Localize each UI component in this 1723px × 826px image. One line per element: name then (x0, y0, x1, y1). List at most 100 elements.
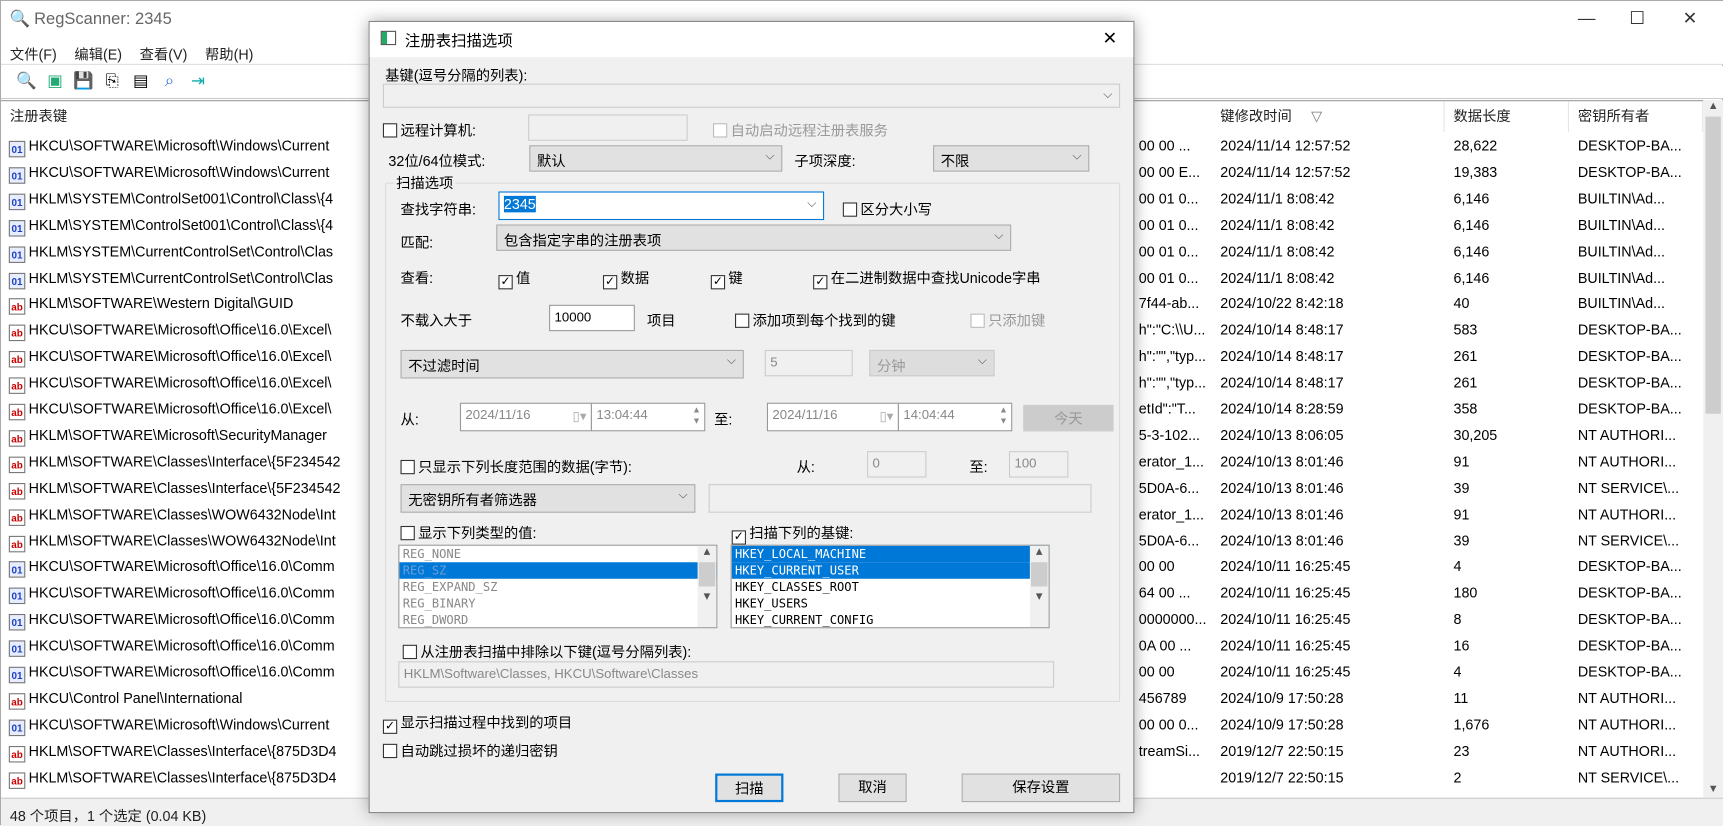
cancel-button[interactable]: 取消 (838, 773, 907, 803)
time-unit-select[interactable]: 分钟 ⌵ (869, 349, 995, 377)
data-cell: 00 01 0... (1139, 265, 1212, 291)
modified-cell-text: 2024/11/14 12:57:52 (1220, 163, 1351, 181)
case-sensitive-checkbox[interactable]: 区分大小写 (842, 198, 932, 219)
remote-check[interactable] (382, 123, 398, 138)
spin-icon[interactable]: ▲ ▼ (692, 405, 701, 427)
length-from-input[interactable]: 0 (867, 451, 927, 478)
key-cell: 01 HKCU\SOFTWARE\Microsoft\Windows\Curren… (1, 712, 369, 738)
save-settings-button[interactable]: 保存设置 (961, 773, 1121, 803)
menu-edit[interactable]: 编辑(E) (66, 39, 131, 69)
owner-cell: DESKTOP-BA... (1578, 133, 1703, 159)
to-time-picker[interactable]: 14:04:44 ▲ ▼ (897, 402, 1013, 432)
spin-icon[interactable]: ▲ ▼ (999, 405, 1008, 427)
remote-computer-input[interactable] (528, 114, 688, 141)
base-keys-combo[interactable]: ⌵ (382, 83, 1121, 108)
listbox-item[interactable]: REG_BINARY (399, 595, 716, 612)
save-icon[interactable]: 💾 (72, 69, 96, 93)
data-cell-text: h":"","typ... (1138, 347, 1207, 365)
to-date-picker[interactable]: 2024/11/16 ▯▾ (766, 402, 899, 432)
exclude-input[interactable]: HKLM\Software\Classes, HKCU\Software\Cla… (398, 661, 1055, 688)
menu-help[interactable]: 帮助(H) (196, 39, 262, 69)
key-text: HKCU\SOFTWARE\Microsoft\Office\16.0\Exce… (28, 374, 332, 391)
scan-keys-checkbox[interactable]: ✓ 扫描下列的基键: (731, 522, 853, 545)
auto-start-checkbox[interactable]: 自动启动远程注册表服务 (712, 119, 888, 140)
base-keys-listbox[interactable]: HKEY_LOCAL_MACHINE HKEY_CURRENT_USER HKEY_… (730, 544, 1050, 629)
types-checkbox[interactable]: 显示下列类型的值: (400, 522, 537, 543)
unicode-checkbox[interactable]: ✓ 在二进制数据中查找Unicode字串 (813, 266, 1041, 290)
only-keys-checkbox[interactable]: 只添加键 (970, 309, 1045, 330)
scroll-down-icon[interactable]: ▼ (1703, 783, 1723, 795)
length-range-checkbox[interactable]: 只显示下列长度范围的数据(字节): (400, 456, 632, 477)
today-button[interactable]: 今天 (1023, 404, 1114, 432)
column-header-owner[interactable]: 密钥所有者 (1569, 101, 1704, 133)
listbox-scrollbar[interactable]: ▲ ▼ (697, 545, 717, 628)
match-select[interactable]: 包含指定字串的注册表项 ⌵ (496, 224, 1012, 251)
data-cell: 5D0A-6... (1139, 528, 1212, 554)
add-items-checkbox[interactable]: 添加项到每个找到的键 (735, 309, 896, 330)
find-string-combo[interactable]: 2345 ⌵ (498, 191, 825, 221)
properties-icon[interactable]: ▤ (129, 69, 153, 93)
calendar-icon[interactable]: ▯▾ (880, 408, 894, 423)
unicode-label: 在二进制数据中查找Unicode字串 (830, 269, 1041, 287)
exit-icon[interactable]: ⇥ (186, 69, 210, 93)
calendar-icon[interactable]: ▯▾ (573, 408, 587, 423)
modified-cell-text: 2024/10/14 8:28:59 (1220, 400, 1344, 418)
scroll-up-icon[interactable]: ▲ (1703, 100, 1723, 112)
binary-value-icon: 01 (8, 666, 26, 684)
size-cell: 91 (1453, 501, 1563, 527)
modified-cell: 2024/10/13 8:06:05 (1220, 422, 1440, 448)
listbox-item[interactable]: HKEY_CURRENT_CONFIG (732, 612, 1049, 627)
string-value-icon: ab (8, 508, 26, 526)
owner-filter-select[interactable]: 无密钥所有者筛选器 ⌵ (400, 484, 696, 513)
look-keys-checkbox[interactable]: ✓ 键 (710, 266, 743, 290)
noload-input[interactable]: 10000 (549, 304, 635, 332)
show-found-checkbox[interactable]: ✓ 显示扫描过程中找到的项目 (382, 711, 572, 734)
copy-icon[interactable]: ⎘ (100, 69, 124, 93)
menu-view[interactable]: 查看(V) (131, 39, 196, 69)
size-cell: 19,383 (1453, 159, 1563, 185)
column-header-size[interactable]: 数据长度 (1445, 101, 1570, 133)
listbox-item[interactable]: REG_NONE (399, 546, 716, 563)
time-filter-select[interactable]: 不过滤时间 ⌵ (400, 349, 744, 379)
listbox-item[interactable]: HKEY_USERS (732, 595, 1049, 612)
look-values-checkbox[interactable]: ✓ 值 (498, 266, 530, 290)
base-keys-label: 基键(逗号分隔的列表): (385, 67, 528, 84)
key-text: HKLM\SOFTWARE\Classes\WOW6432Node\Int (28, 531, 336, 549)
minimize-button[interactable]: — (1561, 1, 1612, 38)
skip-corrupt-checkbox[interactable]: 自动跳过损坏的递归密钥 (382, 739, 558, 760)
listbox-item[interactable]: HKEY_CURRENT_USER (731, 562, 1049, 579)
menu-file[interactable]: 文件(F) (1, 39, 65, 69)
close-button[interactable]: ✕ (1665, 1, 1716, 38)
column-header-modified[interactable]: 键修改时间 ▽ (1211, 101, 1445, 133)
length-to-input[interactable]: 100 (1008, 451, 1069, 478)
mode-select[interactable]: 默认 ⌵ (529, 145, 783, 172)
listbox-scrollbar[interactable]: ▲ ▼ (1029, 545, 1049, 628)
look-data-checkbox[interactable]: ✓ 数据 (602, 266, 649, 290)
owner-cell: DESKTOP-BA... (1578, 370, 1703, 396)
find-icon[interactable]: ⌕ (157, 69, 181, 93)
maximize-button[interactable]: ☐ (1612, 1, 1663, 38)
time-amount-input[interactable]: 5 (764, 349, 853, 377)
from-date-picker[interactable]: 2024/11/16 ▯▾ (459, 402, 592, 432)
vertical-scrollbar[interactable]: ▲ ▼ (1703, 100, 1723, 798)
chevron-down-icon: ⌵ (1072, 149, 1082, 163)
remote-checkbox[interactable]: 远程计算机: (382, 119, 476, 140)
scan-button[interactable]: 扫描 (715, 773, 784, 803)
modified-cell: 2024/10/13 8:01:46 (1220, 501, 1440, 527)
listbox-item[interactable]: HKEY_LOCAL_MACHINE (731, 545, 1049, 563)
owner-cell: DESKTOP-BA... (1578, 343, 1703, 369)
scroll-thumb[interactable] (1705, 116, 1721, 414)
listbox-item[interactable]: REG_DWORD (399, 612, 716, 627)
open-icon[interactable]: ▣ (43, 69, 67, 93)
listbox-item[interactable]: HKEY_CLASSES_ROOT (732, 579, 1049, 596)
exclude-checkbox[interactable]: 从注册表扫描中排除以下键(逗号分隔列表): (402, 640, 691, 661)
listbox-item[interactable]: REG_SZ (399, 562, 717, 579)
listbox-item[interactable]: REG_EXPAND_SZ (399, 579, 716, 596)
value-types-listbox[interactable]: REG_NONE REG_SZ REG_EXPAND_SZ REG_BINARY REG… (398, 544, 718, 629)
scan-icon[interactable]: 🔍 (14, 69, 38, 93)
binary-value-icon: 01 (8, 167, 26, 184)
depth-select[interactable]: 不限 ⌵ (933, 145, 1090, 172)
from-time-picker[interactable]: 13:04:44 ▲ ▼ (590, 402, 706, 432)
owner-filter-input[interactable] (708, 484, 1092, 513)
dialog-close-button[interactable]: ✕ (1103, 28, 1118, 50)
